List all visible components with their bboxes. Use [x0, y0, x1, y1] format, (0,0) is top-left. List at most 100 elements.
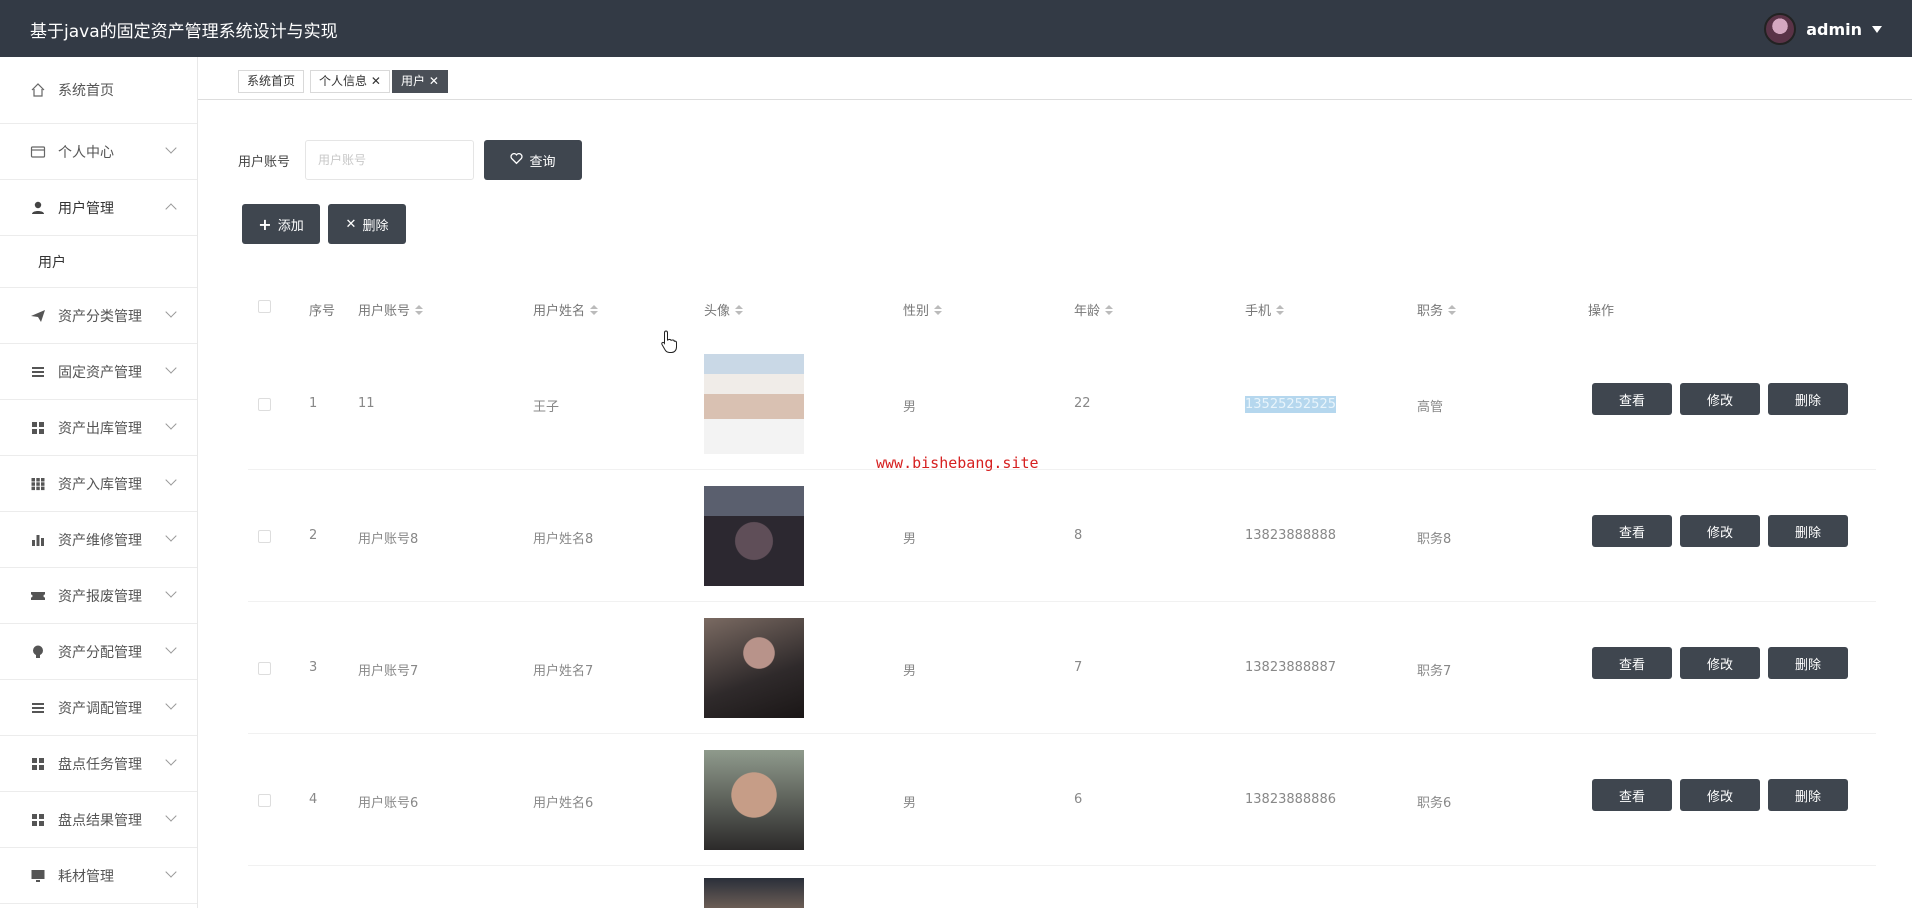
- sort-icon: [1448, 304, 1457, 315]
- sidebar-item-label: 耗材管理: [58, 868, 114, 885]
- delete-button[interactable]: 删除: [1768, 647, 1848, 679]
- sidebar-item-inventory-result[interactable]: 盘点结果管理: [0, 792, 197, 848]
- sidebar-item-asset-repair[interactable]: 资产维修管理: [0, 512, 197, 568]
- tab-personal-info[interactable]: 个人信息 ✕: [310, 70, 390, 93]
- delete-button[interactable]: 删除: [1768, 383, 1848, 415]
- tab-user[interactable]: 用户 ✕: [392, 70, 448, 93]
- avatar-image: [704, 750, 804, 850]
- sidebar-item-asset-transfer[interactable]: 资产调配管理: [0, 680, 197, 736]
- cell-gender: 男: [903, 796, 917, 811]
- sidebar-item-consumables[interactable]: 耗材管理: [0, 848, 197, 904]
- edit-button[interactable]: 修改: [1680, 779, 1760, 811]
- row-checkbox[interactable]: [258, 662, 271, 675]
- view-button[interactable]: 查看: [1592, 515, 1672, 547]
- sidebar-item-inventory-task[interactable]: 盘点任务管理: [0, 736, 197, 792]
- sidebar-item-label: 资产维修管理: [58, 532, 142, 549]
- account-search-input[interactable]: [305, 140, 474, 180]
- close-icon[interactable]: ✕: [371, 74, 381, 88]
- edit-button[interactable]: 修改: [1680, 647, 1760, 679]
- cell-age: 22: [1074, 396, 1091, 411]
- header-gender[interactable]: 性别: [903, 300, 943, 319]
- user-icon: [30, 200, 46, 216]
- batch-delete-button[interactable]: ✕ 删除: [328, 204, 406, 244]
- grid-icon: [30, 476, 46, 492]
- chevron-down-icon: [165, 362, 177, 374]
- view-button[interactable]: 查看: [1592, 383, 1672, 415]
- sidebar-item-fixed-asset[interactable]: 固定资产管理: [0, 344, 197, 400]
- view-button[interactable]: 查看: [1592, 779, 1672, 811]
- cell-account: 用户账号8: [358, 532, 419, 547]
- chevron-up-icon: [165, 203, 177, 215]
- row-checkbox[interactable]: [258, 530, 271, 543]
- sort-icon: [1105, 304, 1114, 315]
- view-button[interactable]: 查看: [1592, 647, 1672, 679]
- sidebar-subitem-user[interactable]: 用户: [0, 236, 197, 288]
- edit-button[interactable]: 修改: [1680, 515, 1760, 547]
- cell-index: 3: [309, 660, 318, 675]
- sidebar-item-label: 资产报废管理: [58, 588, 142, 605]
- delete-button[interactable]: 删除: [1768, 779, 1848, 811]
- header-ops: 操作: [1588, 304, 1615, 319]
- sidebar-item-label: 用户: [38, 254, 66, 271]
- grid-icon: [30, 812, 46, 828]
- sidebar-item-user-management[interactable]: 用户管理: [0, 180, 197, 236]
- header-account[interactable]: 用户账号: [358, 300, 424, 319]
- header-name[interactable]: 用户姓名: [533, 300, 599, 319]
- sidebar-item-asset-scrap[interactable]: 资产报废管理: [0, 568, 197, 624]
- sidebar-item-asset-outbound[interactable]: 资产出库管理: [0, 400, 197, 456]
- cell-gender: 男: [903, 664, 917, 679]
- sidebar-item-asset-category[interactable]: 资产分类管理: [0, 288, 197, 344]
- sidebar-item-personal-center[interactable]: 个人中心: [0, 124, 197, 180]
- search-button[interactable]: 查询: [484, 140, 582, 180]
- hand-cursor-icon: [661, 330, 677, 353]
- sidebar: 系统首页 个人中心 用户管理 用户 资产分类管理 固定资产管理 资产出库管理 资…: [0, 57, 198, 908]
- user-menu[interactable]: admin: [1764, 13, 1882, 45]
- home-icon: [30, 82, 46, 98]
- row-checkbox[interactable]: [258, 398, 271, 411]
- header-index: 序号: [309, 304, 336, 319]
- sidebar-item-label: 资产入库管理: [58, 476, 142, 493]
- cell-index: 1: [309, 396, 318, 411]
- table-row: 4 用户账号6 用户姓名6 男 6 13823888886 职务6 查看 修改 …: [248, 734, 1876, 866]
- sidebar-item-label: 盘点结果管理: [58, 812, 142, 829]
- add-button[interactable]: + 添加: [242, 204, 320, 244]
- sidebar-item-asset-allocation[interactable]: 资产分配管理: [0, 624, 197, 680]
- avatar[interactable]: [1764, 13, 1797, 45]
- cell-position: 职务7: [1417, 664, 1452, 679]
- chevron-down-icon: [165, 586, 177, 598]
- tab-bar: 系统首页 个人信息 ✕ 用户 ✕: [198, 57, 1912, 100]
- avatar-image: [704, 618, 804, 718]
- delete-button[interactable]: 删除: [1768, 515, 1848, 547]
- table-row: 3 用户账号7 用户姓名7 男 7 13823888887 职务7 查看 修改 …: [248, 602, 1876, 734]
- cell-phone: 13823888886: [1245, 792, 1336, 807]
- list-icon: [30, 700, 46, 716]
- header-phone[interactable]: 手机: [1245, 300, 1285, 319]
- heart-icon: [510, 152, 524, 169]
- app-title: 基于java的固定资产管理系统设计与实现: [30, 22, 338, 42]
- cell-phone: 13823888888: [1245, 528, 1336, 543]
- sidebar-item-asset-inbound[interactable]: 资产入库管理: [0, 456, 197, 512]
- cell-age: 6: [1074, 792, 1083, 807]
- tab-home[interactable]: 系统首页: [238, 70, 305, 93]
- cell-index: 4: [309, 792, 318, 807]
- edit-button[interactable]: 修改: [1680, 383, 1760, 415]
- row-checkbox[interactable]: [258, 794, 271, 807]
- username[interactable]: admin: [1806, 20, 1862, 39]
- search-label: 用户账号: [238, 155, 291, 170]
- plus-icon: +: [258, 214, 272, 234]
- select-all-checkbox[interactable]: [258, 300, 271, 313]
- close-icon[interactable]: ✕: [429, 74, 439, 88]
- header-age[interactable]: 年龄: [1074, 300, 1114, 319]
- caret-down-icon[interactable]: [1872, 25, 1882, 33]
- sort-icon: [934, 304, 943, 315]
- cell-account: 11: [358, 396, 375, 411]
- header-position[interactable]: 职务: [1417, 300, 1457, 319]
- chevron-down-icon: [165, 142, 177, 154]
- header-avatar[interactable]: 头像: [704, 300, 744, 319]
- sidebar-item-label: 系统首页: [58, 83, 114, 99]
- sidebar-item-home[interactable]: 系统首页: [0, 57, 197, 124]
- cell-age: 7: [1074, 660, 1083, 675]
- grid-icon: [30, 756, 46, 772]
- cell-position: 职务8: [1417, 532, 1452, 547]
- send-icon: [30, 308, 46, 324]
